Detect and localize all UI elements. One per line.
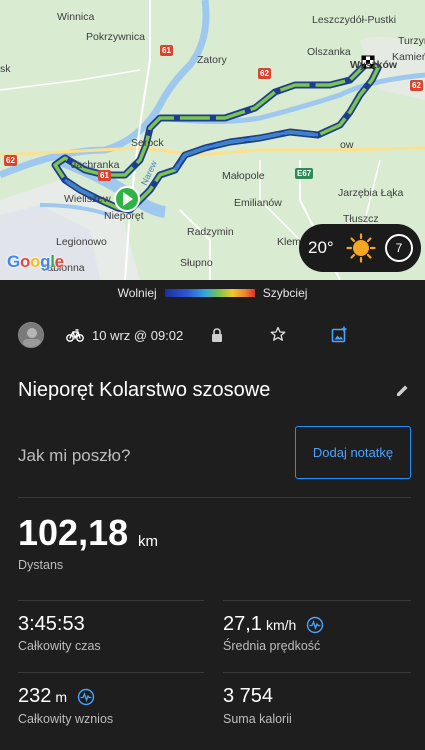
road-shield-61: 61 (160, 45, 173, 56)
speed-gradient-bar (164, 289, 255, 297)
total-ascent-value: 232 (18, 685, 52, 707)
map-label-nieporet: Nieporęt (104, 210, 144, 222)
avatar-image (19, 323, 43, 347)
map-label-wieliszew: Wieliszew (64, 193, 111, 205)
activity-meta-row: 10 wrz @ 09:02 (0, 320, 425, 350)
speed-legend: Wolniej Szybciej (0, 284, 425, 302)
weather-widget[interactable]: 20° 7 (299, 224, 421, 272)
star-icon[interactable] (270, 326, 286, 342)
total-ascent: 232 m (18, 685, 95, 708)
map-label-malopole: Małopole (222, 170, 265, 182)
road-shield-62: 62 (258, 68, 271, 79)
avatar[interactable] (18, 322, 44, 348)
divider (18, 672, 204, 673)
map-label-turzyn: Turzyn (398, 35, 425, 47)
map-label-serock: Serock (131, 137, 164, 149)
distance-unit: km (138, 533, 158, 550)
map-label-radzymin: Radzymin (187, 226, 234, 238)
bike-icon (66, 329, 84, 342)
total-ascent-label: Całkowity wznios (18, 712, 114, 726)
distance-value: 102,18 (18, 512, 129, 553)
road-shield-61: 61 (98, 170, 111, 181)
map-label-slupno: Słupno (180, 257, 213, 269)
road-shield-62: 62 (4, 155, 17, 166)
add-note-button[interactable]: Dodaj notatkę (295, 426, 411, 479)
edit-icon[interactable] (395, 383, 410, 398)
avg-speed-unit: km/h (265, 617, 297, 633)
lock-icon[interactable] (210, 327, 224, 343)
chart-detail-icon[interactable] (77, 688, 95, 706)
map-label-zatory: Zatory (197, 54, 227, 66)
avg-speed-label: Średnia prędkość (223, 639, 321, 653)
map-label-wyszkow: Wyszków (350, 59, 398, 71)
distance-label: Dystans (18, 558, 64, 572)
speed-legend-fast: Szybciej (262, 286, 308, 300)
road-shield-62: 62 (410, 80, 423, 91)
feeling-question: Jak mi poszło? (18, 446, 131, 465)
map-label-kamienczyk: Kamień (392, 51, 425, 63)
divider (223, 600, 411, 601)
weather-temperature: 20° (308, 238, 334, 257)
road-shield-e67: E67 (295, 168, 314, 179)
google-logo: Google (7, 252, 64, 271)
add-photo-icon[interactable] (331, 326, 348, 343)
chart-detail-icon[interactable] (306, 616, 324, 634)
map-label-sk: sk (0, 63, 11, 75)
divider (18, 497, 411, 498)
total-time-value: 3:45:53 (18, 613, 85, 635)
activity-title: Nieporęt Kolarstwo szosowe (18, 379, 271, 401)
map-label-legionowo: Legionowo (56, 236, 107, 248)
divider (223, 672, 411, 673)
map-label-jarzebia: Jarzębia Łąka (338, 187, 404, 199)
calories-value: 3 754 (223, 685, 274, 707)
map-label-emilianow: Emilianów (234, 197, 282, 209)
start-marker-icon (114, 186, 140, 212)
speed-legend-slow: Wolniej (117, 286, 157, 300)
map-label-ow: ow (340, 139, 354, 151)
map-label-winnica: Winnica (57, 11, 95, 23)
map-label-pokrzywnica: Pokrzywnica (86, 31, 145, 43)
calories-label: Suma kalorii (223, 712, 292, 726)
wind-direction-icon: 7 (385, 234, 413, 262)
map-label-olszanka: Olszanka (307, 46, 351, 58)
avg-speed-value: 27,1 (223, 613, 262, 635)
sun-icon (346, 233, 376, 263)
divider (18, 600, 204, 601)
activity-date-time: 10 wrz @ 09:02 (92, 328, 184, 343)
total-time-label: Całkowity czas (18, 639, 101, 653)
total-ascent-unit: m (55, 689, 68, 705)
map-label-jachranka: Jachranka (71, 159, 120, 171)
route-map[interactable]: Winnica Pokrzywnica Zatory Leszczydół-Pu… (0, 0, 425, 280)
wind-speed: 7 (395, 241, 403, 255)
avg-speed: 27,1 km/h (223, 613, 324, 636)
map-label-leszczydol: Leszczydół-Pustki (312, 14, 397, 26)
